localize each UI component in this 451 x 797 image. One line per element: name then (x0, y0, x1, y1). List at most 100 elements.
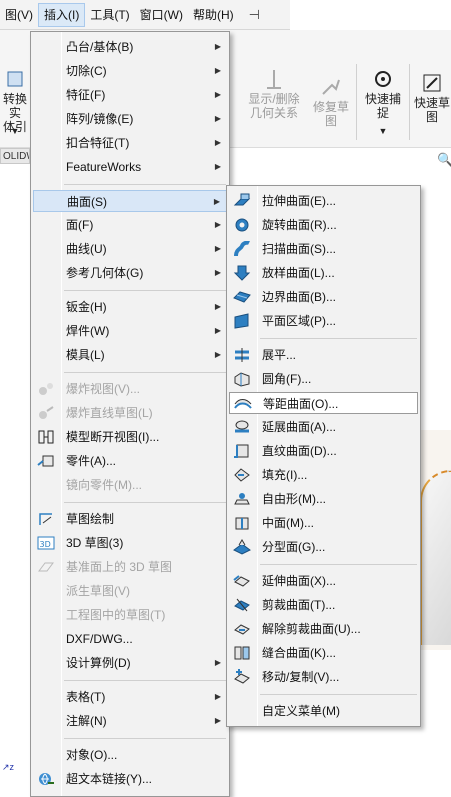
menu-item-3d-sketch[interactable]: 3D 3D 草图(3) (33, 532, 227, 554)
menu-item-annotations[interactable]: 注解(N) ▶ (33, 710, 227, 732)
submenu-arrow-icon: ▶ (214, 162, 221, 171)
menu-item-label: 曲面(S) (67, 195, 107, 209)
menu-item-untrim-surface[interactable]: 解除剪裁曲面(U)... (229, 618, 418, 640)
menu-item-label: 直纹曲面(D)... (262, 444, 337, 458)
magnifier-icon[interactable]: 🔍 (437, 152, 451, 168)
menu-item-knit-surface[interactable]: 缝合曲面(K)... (229, 642, 418, 664)
menu-item-mirror-part[interactable]: 镜向零件(M)... (33, 474, 227, 496)
parting-surface-icon (233, 539, 251, 555)
menu-window[interactable]: 窗口(W) (135, 3, 188, 27)
menu-item-sketch[interactable]: 草图绘制 (33, 508, 227, 530)
repair-sketch-label: 修复草 图 (312, 100, 349, 128)
menu-item-fillet[interactable]: 圆角(F)... (229, 368, 418, 390)
menu-item-dxf-dwg[interactable]: DXF/DWG... (33, 628, 227, 650)
menu-item-filled-surface[interactable]: 填充(I)... (229, 464, 418, 486)
menu-item-broken-out-view[interactable]: 模型断开视图(I)... (33, 426, 227, 448)
menu-item-molds[interactable]: 模具(L) ▶ (33, 344, 227, 366)
menu-item-featureworks[interactable]: FeatureWorks ▶ (33, 156, 227, 178)
convert-entities-icon (7, 71, 23, 87)
menu-item-curve[interactable]: 曲线(U) ▶ (33, 238, 227, 260)
submenu-arrow-icon: ▶ (214, 90, 221, 99)
freeform-icon (234, 493, 250, 505)
menu-item-mid-surface[interactable]: 中面(M)... (229, 512, 418, 534)
menu-item-tables[interactable]: 表格(T) ▶ (33, 686, 227, 708)
rapid-sketch-button[interactable]: 快速草 图 (412, 72, 451, 124)
menu-item-planar-surface[interactable]: 平面区域(P)... (229, 310, 418, 332)
menu-item-label: 阵列/镜像(E) (66, 112, 134, 126)
menu-item-move-copy[interactable]: 移动/复制(V)... (229, 666, 418, 688)
menu-item-ruled-surface[interactable]: 直纹曲面(D)... (229, 440, 418, 462)
planar-surface-icon (234, 313, 249, 329)
menu-item-reference-geometry[interactable]: 参考几何体(G) ▶ (33, 262, 227, 284)
menu-item-parting-surface[interactable]: 分型面(G)... (229, 536, 418, 558)
menu-item-boss-base[interactable]: 凸台/基体(B) ▶ (33, 36, 227, 58)
menu-item-design-study[interactable]: 设计算例(D) ▶ (33, 652, 227, 674)
menu-item-lofted-surface[interactable]: 放样曲面(L)... (229, 262, 418, 284)
menu-item-label: 表格(T) (66, 690, 106, 704)
menu-item-features[interactable]: 特征(F) ▶ (33, 84, 227, 106)
menu-item-label: 旋转曲面(R)... (262, 218, 337, 232)
menu-tools[interactable]: 工具(T) (85, 3, 134, 27)
rapid-sketch-icon (423, 74, 441, 92)
quick-snaps-button[interactable]: 快速捕 捉 (360, 68, 406, 120)
menu-item-radiate-surface[interactable]: 延展曲面(A)... (229, 416, 418, 438)
pin-icon[interactable]: ⊣ (249, 7, 260, 23)
menu-item-label: 切除(C) (66, 64, 107, 78)
menu-item-trim-surface[interactable]: 剪裁曲面(T)... (229, 594, 418, 616)
feature-tree-tab[interactable]: OLIDW (0, 148, 30, 164)
menu-item-cut[interactable]: 切除(C) ▶ (33, 60, 227, 82)
menu-item-explode-line-sketch[interactable]: 爆炸直线草图(L) (33, 402, 227, 424)
submenu-arrow-icon: ▶ (214, 326, 221, 335)
menu-item-label: 零件(A)... (66, 454, 116, 468)
menu-item-label: DXF/DWG... (66, 632, 133, 646)
repair-sketch-button[interactable]: 修复草 图 (310, 76, 352, 128)
extend-surface-icon (233, 575, 250, 587)
menu-separator (64, 502, 226, 503)
menu-item-surface[interactable]: 曲面(S) ▶ (33, 190, 227, 212)
menu-item-label: 参考几何体(G) (66, 266, 144, 280)
menu-item-flatten[interactable]: 展平... (229, 344, 418, 366)
menu-item-sketch-from-drawing[interactable]: 工程图中的草图(T) (33, 604, 227, 626)
menu-item-hyperlink[interactable]: 超文本链接(Y)... (33, 768, 227, 790)
menu-item-weldments[interactable]: 焊件(W) ▶ (33, 320, 227, 342)
display-delete-relations-button[interactable]: 显示/删除 几何关系 (242, 68, 306, 120)
menu-item-3d-sketch-on-plane[interactable]: 基准面上的 3D 草图 (33, 556, 227, 578)
menu-item-offset-surface[interactable]: 等距曲面(O)... (229, 392, 418, 414)
convert-dropdown[interactable]: ▼ (0, 124, 30, 138)
menu-item-label: 草图绘制 (66, 512, 115, 526)
menu-separator (64, 184, 226, 185)
quick-snaps-dropdown[interactable]: ▼ (360, 124, 406, 138)
menu-separator (64, 372, 226, 373)
menu-item-fastening-feature[interactable]: 扣合特征(T) ▶ (33, 132, 227, 154)
revolved-surface-icon (235, 218, 249, 232)
menu-item-label: 注解(N) (66, 714, 107, 728)
menu-item-freeform[interactable]: 自由形(M)... (229, 488, 418, 510)
svg-text:3D: 3D (40, 540, 51, 549)
submenu-arrow-icon: ▶ (214, 350, 221, 359)
menu-item-exploded-view[interactable]: 爆炸视图(V)... (33, 378, 227, 400)
menu-help[interactable]: 帮助(H) (188, 3, 239, 27)
menu-item-object[interactable]: 对象(O)... (33, 744, 227, 766)
menu-item-label: 移动/复制(V)... (262, 670, 340, 684)
menu-item-pattern-mirror[interactable]: 阵列/镜像(E) ▶ (33, 108, 227, 130)
toolbar-divider (409, 64, 410, 140)
menu-item-extend-surface[interactable]: 延伸曲面(X)... (229, 570, 418, 592)
submenu-arrow-icon: ▶ (214, 66, 221, 75)
menu-item-extruded-surface[interactable]: 拉伸曲面(E)... (229, 190, 418, 212)
menu-item-sheet-metal[interactable]: 钣金(H) ▶ (33, 296, 227, 318)
menu-item-customize-menu[interactable]: 自定义菜单(M) (229, 700, 418, 722)
menu-item-face[interactable]: 面(F) ▶ (33, 214, 227, 236)
boundary-surface-icon (233, 291, 251, 303)
menu-item-label: 曲线(U) (66, 242, 107, 256)
menu-item-label: 3D 草图(3) (66, 536, 124, 550)
menu-item-label: 模型断开视图(I)... (66, 430, 160, 444)
menu-item-label: 设计算例(D) (66, 656, 131, 670)
menu-item-label: 展平... (262, 348, 297, 362)
menu-item-boundary-surface[interactable]: 边界曲面(B)... (229, 286, 418, 308)
menu-item-derived-sketch[interactable]: 派生草图(V) (33, 580, 227, 602)
menu-item-swept-surface[interactable]: 扫描曲面(S)... (229, 238, 418, 260)
menu-item-revolved-surface[interactable]: 旋转曲面(R)... (229, 214, 418, 236)
menu-view[interactable]: 图(V) (0, 3, 38, 27)
menu-item-part[interactable]: 零件(A)... (33, 450, 227, 472)
menu-insert[interactable]: 插入(I) (38, 2, 86, 27)
